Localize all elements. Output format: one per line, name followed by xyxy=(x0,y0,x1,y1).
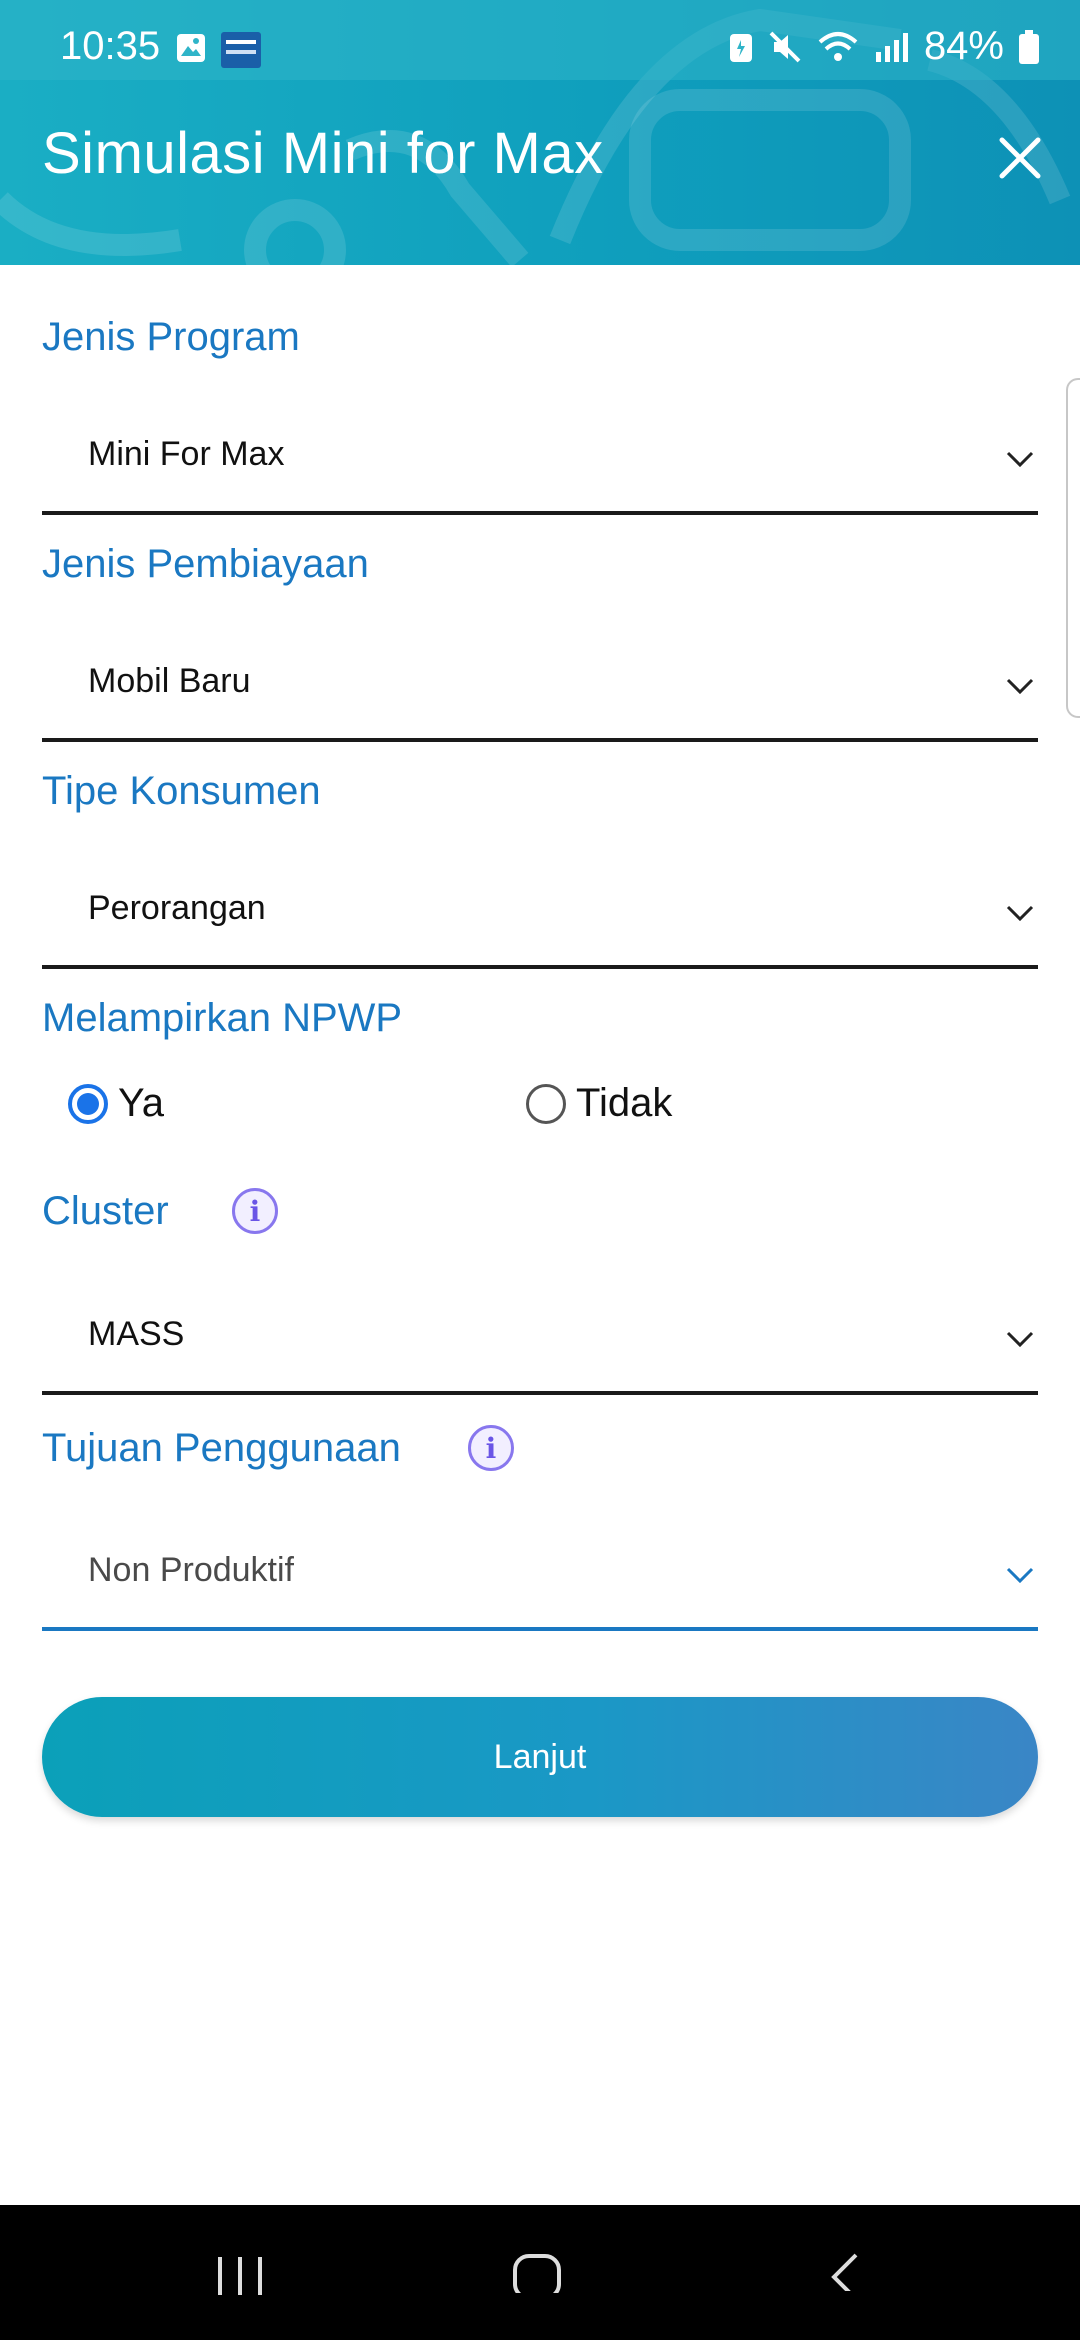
jenis-pembiayaan-select[interactable]: Mobil Baru xyxy=(42,622,1038,742)
battery-saver-icon xyxy=(729,33,752,62)
npwp-radio-ya[interactable]: Ya xyxy=(68,1081,164,1126)
battery-icon xyxy=(1019,29,1039,64)
status-left-icons xyxy=(175,32,261,68)
chevron-down-icon xyxy=(1006,905,1034,921)
lanjut-button[interactable]: Lanjut xyxy=(42,1697,1038,1817)
cluster-info-icon[interactable]: i xyxy=(232,1188,278,1234)
signal-icon xyxy=(875,32,908,62)
close-button[interactable] xyxy=(990,128,1050,188)
status-right-icons: 84% xyxy=(728,24,1040,69)
wifi-icon xyxy=(818,31,858,61)
chevron-down-icon xyxy=(1006,1331,1034,1347)
chevron-down-icon xyxy=(1006,678,1034,694)
page-title: Simulasi Mini for Max xyxy=(42,121,604,186)
jenis-pembiayaan-value: Mobil Baru xyxy=(88,662,251,700)
jenis-program-value: Mini For Max xyxy=(88,435,285,473)
status-time: 10:35 xyxy=(60,24,161,68)
npwp-option-ya: Ya xyxy=(118,1081,164,1125)
recent-apps-icon[interactable] xyxy=(210,2255,270,2295)
scrollbar-handle[interactable] xyxy=(1066,378,1080,718)
mute-icon xyxy=(769,31,801,62)
npwp-radio-tidak[interactable]: Tidak xyxy=(526,1081,672,1126)
tipe-konsumen-select[interactable]: Perorangan xyxy=(42,849,1038,969)
cluster-value: MASS xyxy=(88,1315,185,1353)
home-icon[interactable] xyxy=(512,2253,572,2293)
tipe-konsumen-value: Perorangan xyxy=(88,889,266,927)
tujuan-penggunaan-value: Non Produktif xyxy=(88,1551,294,1589)
cluster-select[interactable]: MASS xyxy=(42,1275,1038,1395)
news-app-icon xyxy=(221,32,261,68)
radio-selected[interactable] xyxy=(68,1083,108,1124)
radio-unselected[interactable] xyxy=(526,1083,566,1124)
close-icon xyxy=(999,137,1041,179)
system-nav-bar xyxy=(0,2205,1080,2340)
tujuan-info-icon[interactable]: i xyxy=(468,1425,514,1471)
app-header: 10:35 84% Simulasi Mini for Max xyxy=(0,0,1080,265)
tujuan-penggunaan-label: Tujuan Penggunaan xyxy=(42,1426,401,1470)
tujuan-penggunaan-select[interactable]: Non Produktif xyxy=(42,1511,1038,1631)
jenis-program-label: Jenis Program xyxy=(42,315,300,359)
cluster-label: Cluster xyxy=(42,1189,169,1233)
battery-percent: 84% xyxy=(923,24,1004,68)
npwp-label: Melampirkan NPWP xyxy=(42,996,403,1040)
jenis-program-select[interactable]: Mini For Max xyxy=(42,395,1038,515)
chevron-down-icon xyxy=(1006,451,1034,467)
back-icon[interactable] xyxy=(826,2251,886,2291)
tipe-konsumen-label: Tipe Konsumen xyxy=(42,769,321,813)
npwp-option-tidak: Tidak xyxy=(576,1081,673,1125)
jenis-pembiayaan-label: Jenis Pembiayaan xyxy=(42,542,369,586)
image-icon xyxy=(177,34,205,62)
chevron-down-icon xyxy=(1006,1567,1034,1583)
